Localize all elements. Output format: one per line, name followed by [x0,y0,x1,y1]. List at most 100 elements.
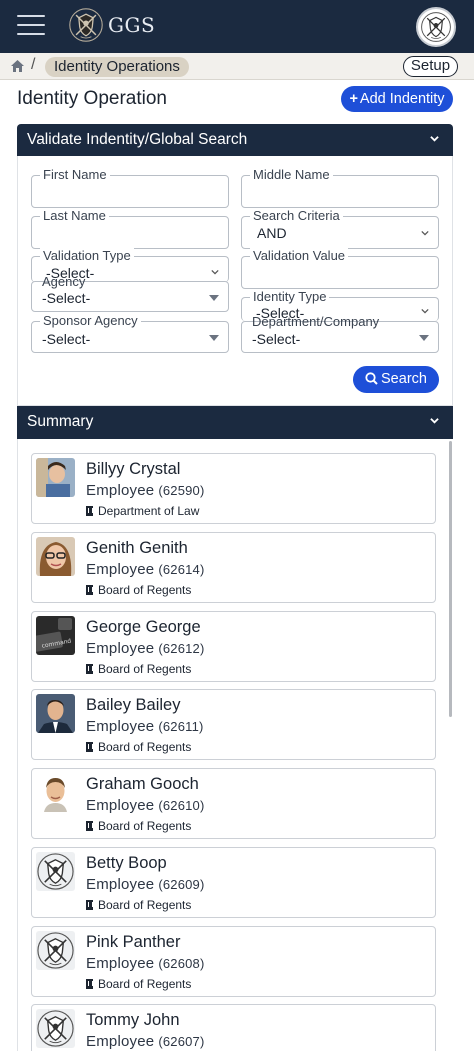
search-criteria-value: AND [257,225,287,241]
card-department: Board of Regents [86,977,191,991]
breadcrumb: / Identity Operations Setup [0,53,474,80]
home-icon[interactable] [11,60,24,72]
card-role: Employee (62610) [86,797,205,814]
card-role: Employee (62608) [86,955,205,972]
man-portrait-photo [36,773,75,812]
employee-id: (62614) [158,562,205,577]
identity-card[interactable]: Pink Panther Employee (62608) Board of Re… [31,926,436,997]
card-role: Employee (62612) [86,640,205,657]
employee-id: (62611) [158,719,204,734]
department-company-value: -Select- [252,331,301,347]
identity-card[interactable]: Billyy Crystal Employee (62590) Departmen… [31,453,436,524]
shield-crest-icon [36,852,75,891]
identity-card[interactable]: Tommy John Employee (62607) [31,1004,436,1051]
card-name: Tommy John [86,1011,180,1029]
identity-card[interactable]: Betty Boop Employee (62609) Board of Rege… [31,847,436,918]
card-name: George George [86,618,201,636]
employee-id: (62608) [158,956,205,971]
first-name-field[interactable]: First Name [31,167,229,208]
building-icon [86,900,93,910]
identity-card[interactable]: Genith Genith Employee (62614) Board of R… [31,532,436,603]
breadcrumb-current[interactable]: Identity Operations [45,57,189,77]
add-identity-button[interactable]: + Add Indentity [341,86,453,112]
card-name: Graham Gooch [86,775,199,793]
search-criteria-select[interactable]: Search Criteria AND [241,208,439,249]
search-panel-header[interactable]: Validate Indentity/Global Search [17,124,453,156]
building-icon [86,821,93,831]
chevron-down-icon [421,230,429,236]
middle-name-label: Middle Name [250,167,333,182]
card-name: Pink Panther [86,933,181,951]
department-company-label: Department/Company [252,314,380,329]
role-text: Employee [86,876,155,893]
employee-id: (62609) [158,877,205,892]
breadcrumb-separator: / [31,56,36,73]
summary-panel-header[interactable]: Summary [17,406,453,439]
keyboard-photo: command [36,616,75,655]
plus-icon: + [349,91,358,107]
role-text: Employee [86,797,155,814]
role-text: Employee [86,955,155,972]
building-icon [86,585,93,595]
woman-glasses-photo [36,537,75,576]
middle-name-field[interactable]: Middle Name [241,167,439,208]
shield-crest-icon [68,7,104,43]
department-text: Board of Regents [98,977,192,991]
identity-card[interactable]: Graham Gooch Employee (62610) Board of Re… [31,768,436,839]
role-text: Employee [86,561,155,578]
first-name-label: First Name [40,167,110,182]
department-text: Board of Regents [98,819,192,833]
role-text: Employee [86,640,155,657]
caret-down-icon [209,335,219,341]
summary-panel-title: Summary [27,413,94,430]
department-text: Board of Regents [98,740,192,754]
shield-crest-icon [36,931,75,970]
shield-crest-icon [420,11,452,43]
role-text: Employee [86,718,155,735]
setup-button[interactable]: Setup [403,56,458,77]
add-identity-label: Add Indentity [359,91,445,107]
card-role: Employee (62590) [86,482,205,499]
search-panel-title: Validate Indentity/Global Search [27,131,248,148]
validation-value-field[interactable]: Validation Value [241,248,439,289]
app-logo[interactable]: GGS [68,5,155,45]
identity-type-label: Identity Type [250,289,330,304]
employee-id: (62610) [158,798,205,813]
hamburger-icon[interactable] [17,13,45,37]
search-icon [365,372,378,385]
search-criteria-label: Search Criteria [250,208,343,223]
logo-text: GGS [108,13,156,37]
user-avatar[interactable] [416,7,456,47]
chevron-down-icon [211,269,219,275]
card-department: Board of Regents [86,898,191,912]
department-text: Board of Regents [98,583,192,597]
validation-value-label: Validation Value [250,248,349,263]
page-title: Identity Operation [17,88,167,109]
card-name: Genith Genith [86,539,188,557]
card-name: Betty Boop [86,854,167,872]
last-name-label: Last Name [40,208,109,223]
caret-down-icon [419,335,429,341]
card-role: Employee (62609) [86,876,205,893]
identity-card[interactable]: Bailey Bailey Employee (62611) Board of R… [31,689,436,760]
card-role: Employee (62611) [86,718,204,735]
last-name-field[interactable]: Last Name [31,208,229,249]
card-department: Board of Regents [86,740,191,754]
caret-down-icon [209,295,219,301]
building-icon [86,979,93,989]
man-suit-photo [36,694,75,733]
search-button[interactable]: Search [353,366,439,393]
card-department: Board of Regents [86,819,191,833]
shield-crest-icon [36,1009,75,1048]
sponsor-agency-label: Sponsor Agency [40,313,141,328]
chevron-down-icon [430,418,439,424]
scrollbar-thumb[interactable] [449,441,452,717]
building-icon [86,742,93,752]
identity-card[interactable]: command George George Employee (62612) Bo… [31,611,436,682]
building-icon [86,506,93,516]
card-department: Board of Regents [86,583,191,597]
department-text: Department of Law [98,504,200,518]
building-icon [86,664,93,674]
sponsor-agency-select[interactable]: Sponsor Agency -Select- [31,313,229,353]
search-label: Search [381,371,427,387]
